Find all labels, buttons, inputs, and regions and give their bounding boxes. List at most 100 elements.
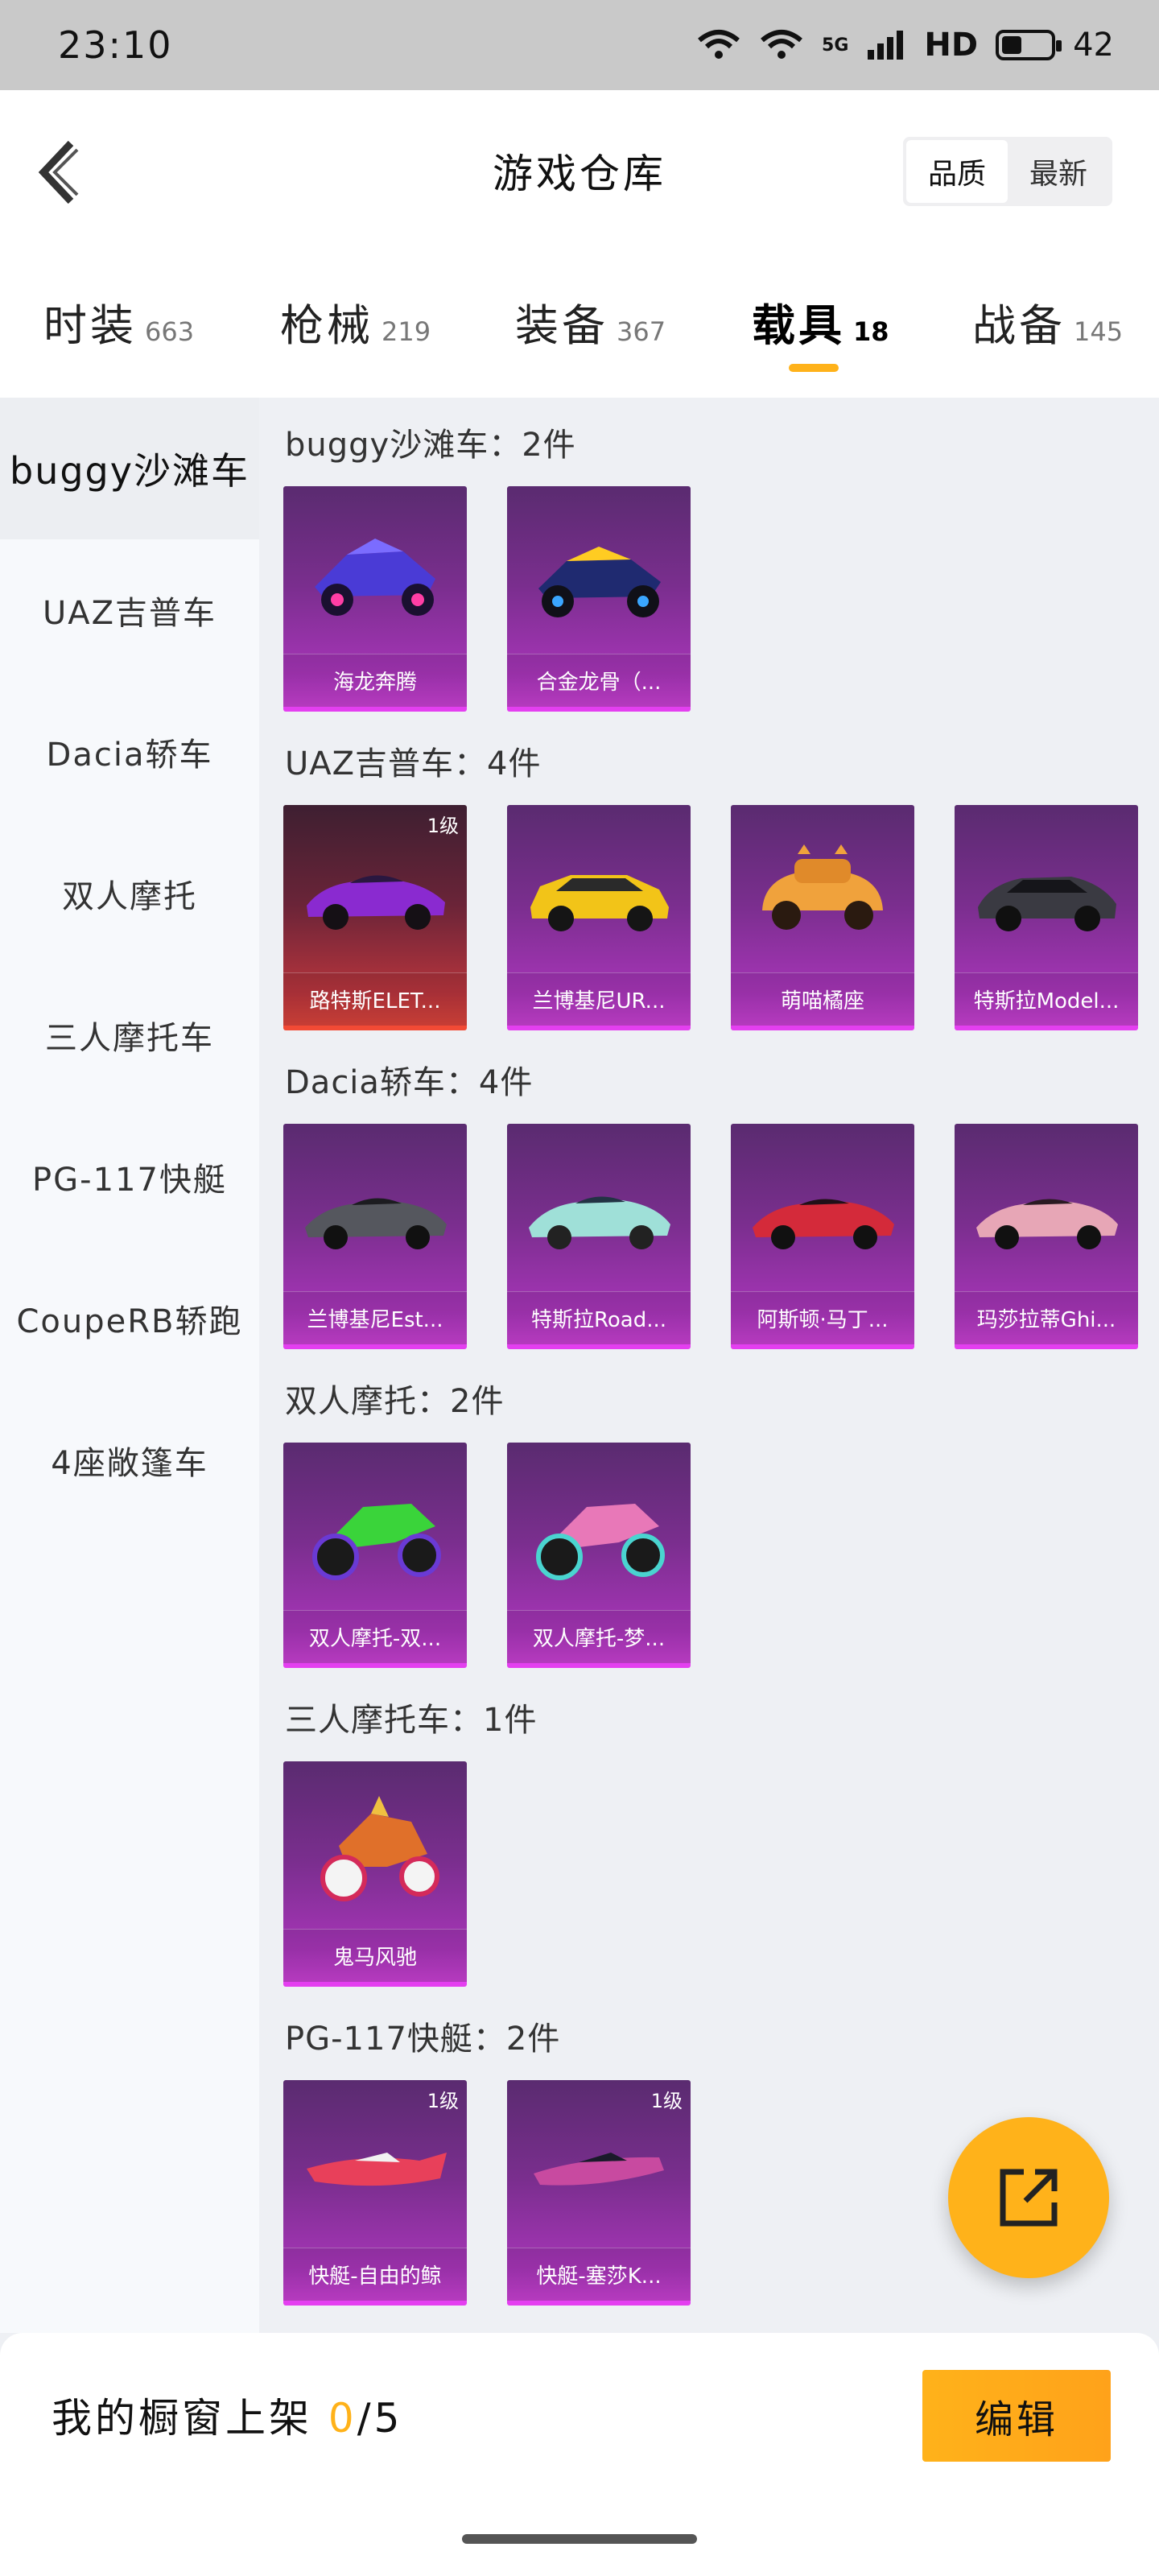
sidebar-item-uaz[interactable]: UAZ吉普车	[0, 539, 259, 681]
item-name: 快艇-自由的鲸	[283, 2248, 467, 2301]
section-title: 三人摩托车：1件	[285, 1702, 538, 1739]
tab-equipment[interactable]: 装备 367	[515, 290, 666, 353]
item-card[interactable]: 海龙奔腾	[283, 486, 467, 712]
sidebar-item-two-seat-moto[interactable]: 双人摩托	[0, 823, 259, 964]
tab-label: 时装	[43, 300, 137, 351]
item-name: 快艇-塞莎K...	[507, 2248, 691, 2301]
status-icons: 5G HD 42	[696, 27, 1114, 64]
share-icon	[1000, 2169, 1058, 2227]
item-name: 兰博基尼Est...	[283, 1291, 467, 1344]
item-name: 特斯拉Road...	[507, 1291, 691, 1344]
sidebar-item-buggy[interactable]: buggy沙滩车	[0, 398, 259, 539]
tab-vehicles[interactable]: 载具 18	[752, 290, 889, 353]
sidebar-item-dacia[interactable]: Dacia轿车	[0, 681, 259, 823]
item-name: 特斯拉Model...	[955, 972, 1138, 1026]
bottom-bar: 我的橱窗上架 0/5 编辑	[0, 2333, 1159, 2576]
item-card[interactable]: 玛莎拉蒂Ghi...	[955, 1124, 1138, 1349]
section-two-seat-moto: 双人摩托：2件 双人摩托-双... 双人摩托-梦...	[259, 1354, 1159, 1673]
sort-option-latest[interactable]: 最新	[1008, 140, 1109, 203]
sidebar-item-convertible[interactable]: 4座敞篷车	[0, 1389, 259, 1531]
item-card[interactable]: 特斯拉Model...	[955, 805, 1138, 1030]
item-card[interactable]: 1级 路特斯ELET...	[283, 805, 467, 1030]
tab-count: 145	[1074, 316, 1124, 347]
item-card[interactable]: 兰博基尼UR...	[507, 805, 691, 1030]
vehicle-grid: buggy沙滩车：2件 海龙奔腾 合金龙骨（... UAZ吉普车：4件 1级 路…	[259, 398, 1159, 2333]
boat-icon	[534, 2153, 664, 2186]
showcase-current-count: 0	[328, 2395, 357, 2442]
car-icon	[529, 1196, 670, 1249]
tab-count: 219	[382, 316, 431, 347]
section-dacia: Dacia轿车：4件 兰博基尼Est... 特斯拉Road... 阿斯顿·马丁.…	[259, 1035, 1159, 1354]
item-card[interactable]: 特斯拉Road...	[507, 1124, 691, 1349]
item-name: 鬼马风驰	[283, 1929, 467, 1982]
item-name: 双人摩托-双...	[283, 1610, 467, 1663]
item-name: 双人摩托-梦...	[507, 1610, 691, 1663]
header: 游戏仓库 品质 最新	[0, 90, 1159, 254]
battery-level	[1002, 36, 1022, 54]
tab-supplies[interactable]: 战备 145	[972, 290, 1123, 353]
section-buggy: buggy沙滩车：2件 海龙奔腾 合金龙骨（...	[259, 398, 1159, 716]
item-card[interactable]: 鬼马风驰	[283, 1761, 467, 1987]
status-time: 23:10	[58, 23, 173, 67]
item-card[interactable]: 1级 快艇-自由的鲸	[283, 2080, 467, 2306]
item-card[interactable]: 双人摩托-梦...	[507, 1443, 691, 1668]
boat-icon	[307, 2153, 447, 2186]
sidebar-item-couperb[interactable]: CoupeRB轿跑	[0, 1248, 259, 1389]
showcase-total: /5	[357, 2395, 403, 2442]
motorbike-icon	[312, 1504, 441, 1580]
section-title: buggy沙滩车：2件	[285, 427, 576, 464]
tab-label: 枪械	[280, 300, 373, 351]
hd-label: HD	[924, 27, 979, 64]
sort-toggle: 品质 最新	[903, 137, 1112, 206]
tab-label: 装备	[515, 300, 608, 351]
wifi-icon	[698, 30, 740, 59]
car-icon	[976, 1199, 1118, 1249]
section-title: UAZ吉普车：4件	[285, 745, 542, 782]
car-icon	[305, 1198, 447, 1249]
car-icon	[762, 844, 883, 930]
car-icon	[753, 1199, 894, 1249]
showcase-status: 我的橱窗上架 0/5	[52, 2386, 402, 2444]
section-title: 双人摩托：2件	[285, 1383, 505, 1420]
tab-guns[interactable]: 枪械 219	[280, 290, 431, 353]
motorbike-icon	[536, 1504, 665, 1580]
signal-icon	[868, 31, 904, 60]
item-name: 阿斯顿·马丁...	[731, 1291, 914, 1344]
buggy-icon	[538, 547, 661, 617]
item-card[interactable]: 合金龙骨（...	[507, 486, 691, 712]
car-icon	[307, 875, 445, 930]
sort-option-quality[interactable]: 品质	[906, 140, 1008, 203]
sidebar-item-pg117[interactable]: PG-117快艇	[0, 1106, 259, 1248]
tab-label: 载具	[752, 300, 845, 351]
item-card[interactable]: 兰博基尼Est...	[283, 1124, 467, 1349]
vehicle-type-sidebar: buggy沙滩车 UAZ吉普车 Dacia轿车 双人摩托 三人摩托车 PG-11…	[0, 398, 259, 2333]
item-card[interactable]: 萌喵橘座	[731, 805, 914, 1030]
showcase-label: 我的橱窗上架	[52, 2395, 312, 2442]
sidebar-item-three-seat-moto[interactable]: 三人摩托车	[0, 964, 259, 1106]
section-three-seat-moto: 三人摩托车：1件 鬼马风驰	[259, 1673, 1159, 1992]
tab-count: 663	[145, 316, 195, 347]
item-name: 海龙奔腾	[283, 654, 467, 707]
wifi-icon	[761, 30, 802, 59]
motorbike-icon	[320, 1796, 439, 1901]
item-name: 玛莎拉蒂Ghi...	[955, 1291, 1138, 1344]
tab-count: 367	[617, 316, 666, 347]
item-card[interactable]: 双人摩托-双...	[283, 1443, 467, 1668]
item-name: 合金龙骨（...	[507, 654, 691, 707]
edit-button[interactable]: 编辑	[922, 2370, 1111, 2462]
home-indicator[interactable]	[462, 2534, 697, 2544]
network-type-label: 5G	[822, 35, 849, 56]
section-title: PG-117快艇：2件	[285, 2021, 561, 2058]
active-tab-indicator	[789, 364, 839, 372]
item-name: 萌喵橘座	[731, 972, 914, 1026]
suv-icon	[978, 877, 1116, 931]
battery-icon	[996, 30, 1062, 60]
category-tabs: 时装 663 枪械 219 装备 367 载具 18 战备 145	[0, 254, 1159, 398]
item-card[interactable]: 1级 快艇-塞莎K...	[507, 2080, 691, 2306]
item-card[interactable]: 阿斯顿·马丁...	[731, 1124, 914, 1349]
item-name: 路特斯ELET...	[283, 972, 467, 1026]
share-button[interactable]	[948, 2117, 1109, 2278]
tab-fashion[interactable]: 时装 663	[43, 290, 194, 353]
buggy-icon	[315, 539, 435, 616]
item-name: 兰博基尼UR...	[507, 972, 691, 1026]
